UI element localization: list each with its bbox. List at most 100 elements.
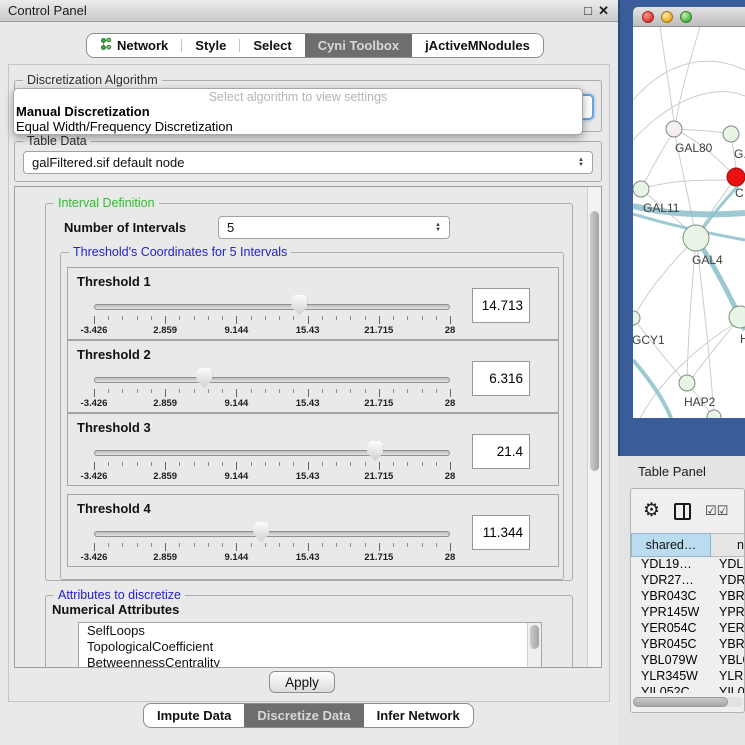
network-canvas[interactable]: GAL80G.CGAL11GAL4GCY1HHAP2 [633, 27, 745, 418]
bottom-tab-strip: Impute DataDiscretize DataInfer Network [143, 703, 474, 728]
network-edge[interactable] [676, 27, 700, 121]
tick-label: 15.43 [296, 325, 320, 336]
network-edge-teal[interactable] [633, 360, 671, 418]
control-panel: Control Panel □ ✕ NetworkStyleSelectCyni… [0, 0, 618, 745]
column-header-name[interactable]: n [711, 533, 745, 557]
table-row[interactable]: YER054CYER0 [631, 621, 745, 637]
cell-name: YDR2 [711, 573, 745, 589]
table-row[interactable]: YIL052CYIL0 [631, 685, 745, 693]
threshold-value-field[interactable]: 21.4 [472, 434, 530, 469]
tick-label: 2.859 [153, 552, 177, 563]
network-node-green[interactable] [679, 375, 695, 391]
float-window-icon[interactable]: □ [584, 4, 592, 18]
column-checkboxes[interactable]: ☑☑ [705, 502, 728, 520]
network-edge[interactable] [660, 27, 674, 121]
slider-track[interactable] [94, 531, 450, 537]
tab-impute-data[interactable]: Impute Data [144, 704, 244, 727]
table-row[interactable]: YDR27…YDR2 [631, 573, 745, 589]
network-edge[interactable] [641, 136, 671, 189]
network-node-label: H [740, 332, 745, 346]
network-edge[interactable] [633, 61, 745, 100]
threshold-value-field[interactable]: 11.344 [472, 515, 530, 550]
table-horizontal-scrollbar[interactable] [633, 697, 743, 707]
tick-label: 9.144 [225, 471, 249, 482]
apply-button[interactable]: Apply [269, 671, 335, 693]
node-attribute-table[interactable]: shared… n YDL19…YDL1YDR27…YDR2YBR043CYBR… [631, 533, 745, 693]
control-panel-title: Control Panel [8, 3, 87, 18]
table-hscrollbar-thumb[interactable] [633, 697, 728, 707]
tab-cyni-toolbox[interactable]: Cyni Toolbox [305, 34, 412, 57]
slider-thumb[interactable] [291, 295, 307, 315]
tick-mark [365, 389, 366, 393]
tick-mark [279, 462, 280, 466]
algorithm-option-equal-width[interactable]: Equal Width/Frequency Discretization [14, 119, 582, 134]
tick-label: 15.43 [296, 471, 320, 482]
algorithm-hint-option[interactable]: Select algorithm to view settings [14, 90, 582, 104]
tab-discretize-data[interactable]: Discretize Data [244, 704, 363, 727]
list-item[interactable]: TopologicalCoefficient [79, 639, 541, 655]
table-row[interactable]: YLR345WYLR3 [631, 669, 745, 685]
table-row[interactable]: YBR043CYBR0 [631, 589, 745, 605]
checkbox-checked-icon[interactable]: ☑ [705, 503, 717, 518]
threshold-value-field[interactable]: 6.316 [472, 361, 530, 396]
network-node-green[interactable] [683, 225, 709, 251]
network-node-green[interactable] [633, 311, 640, 325]
number-of-intervals-combobox[interactable]: 5 ▲▼ [218, 216, 450, 239]
slider-track[interactable] [94, 304, 450, 310]
cell-shared-name: YBR045C [631, 637, 711, 653]
tick-mark [407, 389, 408, 393]
network-node-green[interactable] [633, 181, 649, 197]
network-graph[interactable]: GAL80G.CGAL11GAL4GCY1HHAP2 [633, 27, 745, 418]
tick-label: 2.859 [153, 398, 177, 409]
network-view-window[interactable]: GAL80G.CGAL11GAL4GCY1HHAP2 [618, 0, 745, 456]
tick-label: 21.715 [364, 552, 393, 563]
tick-mark [265, 462, 266, 466]
tab-network[interactable]: Network [87, 34, 181, 57]
table-row[interactable]: YDL19…YDL1 [631, 557, 745, 573]
table-data-combobox[interactable]: galFiltered.sif default node ▲▼ [23, 151, 593, 174]
network-node-green[interactable] [729, 306, 745, 328]
table-row[interactable]: YBR045CYBR0 [631, 637, 745, 653]
list-item[interactable]: SelfLoops [79, 623, 541, 639]
tick-mark [236, 462, 237, 470]
table-row[interactable]: YBL079WYBL0 [631, 653, 745, 669]
column-header-shared-name[interactable]: shared… [631, 533, 711, 557]
split-pane-icon[interactable] [674, 503, 691, 520]
tick-mark [336, 316, 337, 320]
slider-track[interactable] [94, 377, 450, 383]
slider-thumb[interactable] [253, 522, 269, 542]
network-node-red[interactable] [727, 168, 745, 186]
gear-icon[interactable]: ⚙ [643, 501, 660, 521]
tab-jactivemnodules[interactable]: jActiveMNodules [412, 34, 543, 57]
tick-mark [222, 543, 223, 547]
slider-track[interactable] [94, 450, 450, 456]
tab-select[interactable]: Select [240, 34, 304, 57]
attributes-scrollbar[interactable] [527, 623, 541, 667]
slider-thumb[interactable] [367, 441, 383, 461]
settings-vertical-scrollbar[interactable] [587, 187, 601, 667]
network-node-label: G. [734, 147, 745, 161]
close-icon[interactable]: ✕ [598, 4, 609, 18]
settings-scrollbar-thumb[interactable] [590, 211, 599, 471]
numerical-attributes-list[interactable]: SelfLoopsTopologicalCoefficientBetweenne… [78, 622, 542, 668]
table-rows: YDL19…YDL1YDR27…YDR2YBR043CYBR0YPR145WYP… [631, 557, 745, 693]
mac-zoom-icon[interactable] [680, 11, 692, 23]
attributes-scrollbar-thumb[interactable] [530, 625, 539, 649]
tick-mark [236, 316, 237, 324]
network-node-label: GAL80 [675, 141, 713, 155]
mac-close-icon[interactable] [642, 11, 654, 23]
algorithm-option-manual[interactable]: Manual Discretization [14, 104, 582, 119]
list-item[interactable]: BetweennessCentrality [79, 655, 541, 668]
threshold-box: Threshold 1-3.4262.8599.14415.4321.71528… [67, 267, 559, 340]
threshold-value-field[interactable]: 14.713 [472, 288, 530, 323]
tick-mark [336, 389, 337, 393]
mac-minimize-icon[interactable] [661, 11, 673, 23]
tab-style[interactable]: Style [182, 34, 239, 57]
network-node-green[interactable] [723, 126, 739, 142]
network-node-pink[interactable] [666, 121, 682, 137]
network-edge[interactable] [634, 238, 696, 317]
slider-thumb[interactable] [196, 368, 212, 388]
tab-infer-network[interactable]: Infer Network [364, 704, 473, 727]
table-row[interactable]: YPR145WYPR1 [631, 605, 745, 621]
checkbox-checked-icon[interactable]: ☑ [717, 503, 729, 518]
